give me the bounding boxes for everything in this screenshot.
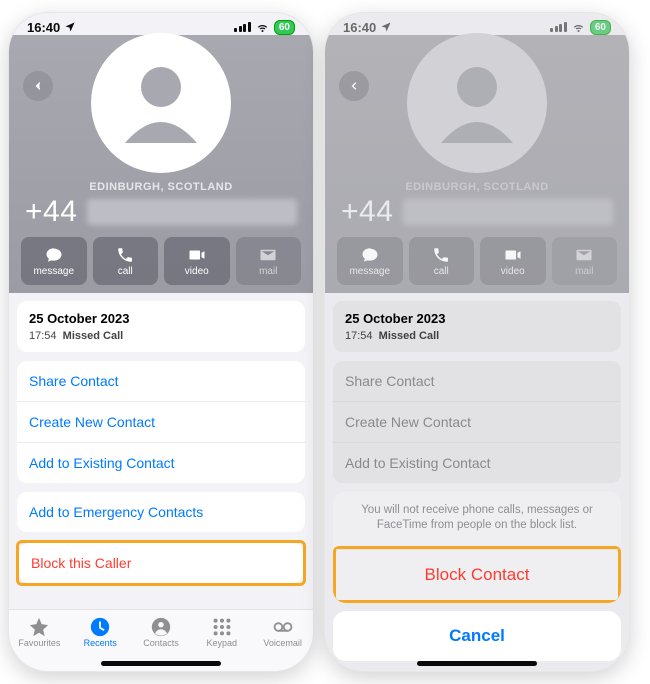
sheet-message: You will not receive phone calls, messag… xyxy=(333,491,621,546)
cancel-button[interactable]: Cancel xyxy=(333,611,621,661)
add-emergency-contact-row[interactable]: Add to Emergency Contacts xyxy=(17,492,305,532)
emergency-list: Add to Emergency Contacts xyxy=(17,492,305,532)
message-button[interactable]: message xyxy=(21,237,87,285)
person-circle-icon xyxy=(150,616,172,638)
create-new-contact-row[interactable]: Create New Contact xyxy=(17,401,305,442)
contact-location: EDINBURGH, SCOTLAND xyxy=(89,181,232,193)
block-contact-button[interactable]: Block Contact xyxy=(336,549,618,600)
tab-voicemail[interactable]: Voicemail xyxy=(255,616,311,648)
wifi-icon xyxy=(255,21,270,33)
location-arrow-icon xyxy=(64,21,76,33)
call-type: Missed Call xyxy=(63,330,124,342)
call-time: 17:54 xyxy=(29,330,57,342)
back-button[interactable] xyxy=(23,71,53,101)
tab-recents[interactable]: Recents xyxy=(72,616,128,648)
keypad-icon xyxy=(211,616,233,638)
star-icon xyxy=(28,616,50,638)
video-icon xyxy=(188,246,206,264)
phone-icon xyxy=(116,246,134,264)
mail-button[interactable]: mail xyxy=(236,237,302,285)
block-action-sheet: You will not receive phone calls, messag… xyxy=(333,491,621,661)
status-bar: 16:40 60 xyxy=(9,13,313,35)
share-contact-row[interactable]: Share Contact xyxy=(17,361,305,401)
voicemail-icon xyxy=(272,616,294,638)
cell-signal-icon xyxy=(234,22,251,32)
video-button[interactable]: video xyxy=(164,237,230,285)
screenshot-contact-detail: 16:40 60 EDINBURGH, SCOTLAND +44 xyxy=(8,12,314,672)
contact-header: EDINBURGH, SCOTLAND +44 message call vid… xyxy=(9,35,313,293)
mail-icon xyxy=(259,246,277,264)
contact-avatar xyxy=(91,33,231,173)
tab-keypad[interactable]: Keypad xyxy=(194,616,250,648)
battery-indicator: 60 xyxy=(274,20,295,35)
call-date: 25 October 2023 xyxy=(29,311,293,326)
tab-favourites[interactable]: Favourites xyxy=(11,616,67,648)
message-icon xyxy=(45,246,63,264)
clock-icon xyxy=(89,616,111,638)
tab-contacts[interactable]: Contacts xyxy=(133,616,189,648)
highlight-block-caller: Block this Caller xyxy=(16,540,306,586)
highlight-block-contact: Block Contact xyxy=(333,546,621,603)
phone-number-redacted xyxy=(87,199,297,225)
country-code: +44 xyxy=(25,195,77,229)
call-history-card: 25 October 2023 17:54 Missed Call xyxy=(17,301,305,352)
home-indicator[interactable] xyxy=(101,661,221,666)
status-time: 16:40 xyxy=(27,20,60,35)
person-silhouette-icon xyxy=(111,53,211,153)
contact-actions-list: Share Contact Create New Contact Add to … xyxy=(17,361,305,483)
chevron-left-icon xyxy=(32,80,44,92)
screenshot-block-confirmation: 16:40 60 EDINBURGH, SCOTLAND +44 me xyxy=(324,12,630,672)
call-button[interactable]: call xyxy=(93,237,159,285)
block-this-caller-row[interactable]: Block this Caller xyxy=(19,543,303,583)
add-existing-contact-row[interactable]: Add to Existing Contact xyxy=(17,442,305,483)
home-indicator[interactable] xyxy=(417,661,537,666)
